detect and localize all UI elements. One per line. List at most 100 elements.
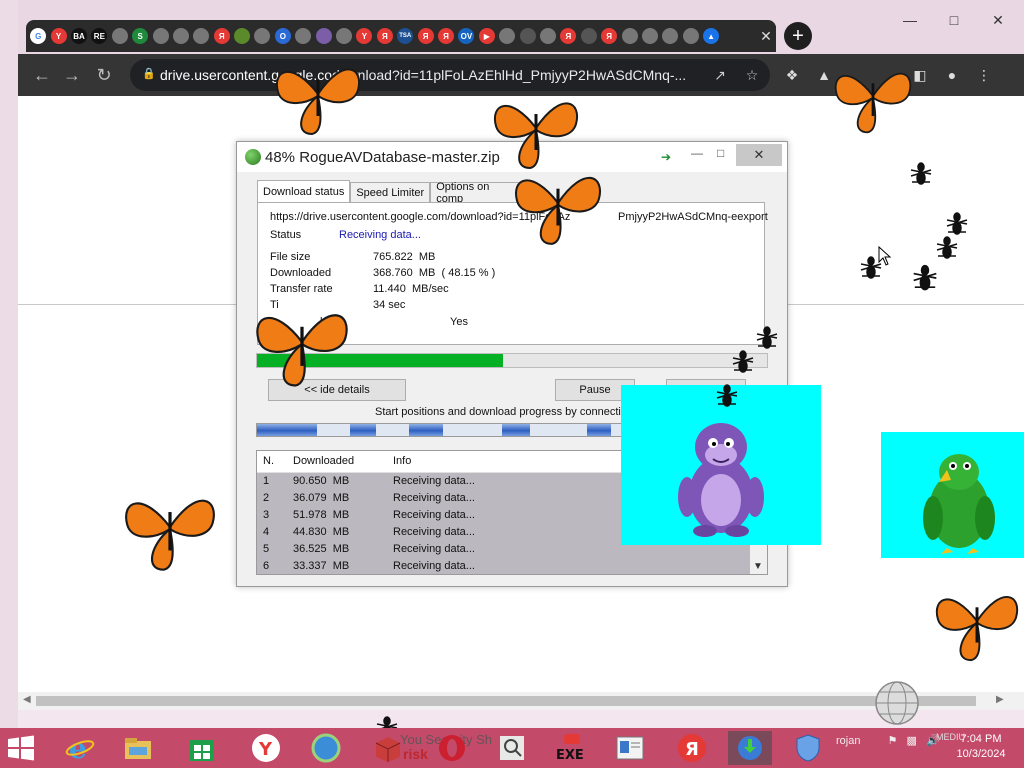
start-positions-label: Start positions and download progress by… bbox=[375, 406, 627, 418]
tab-download-status[interactable]: Download status bbox=[257, 180, 351, 202]
profile-avatar-icon[interactable]: ● bbox=[942, 65, 962, 85]
yandex-app-icon[interactable]: Я bbox=[670, 731, 714, 765]
pinned-tab[interactable] bbox=[640, 24, 660, 48]
share-icon[interactable]: ↗ bbox=[710, 65, 730, 85]
exe-youtube-icon[interactable]: EXE bbox=[548, 731, 592, 765]
tab-speed-limiter[interactable]: Speed Limiter bbox=[350, 182, 431, 202]
pinned-tab[interactable] bbox=[660, 24, 680, 48]
pinned-tab[interactable]: G bbox=[28, 24, 48, 48]
scrollbar-thumb[interactable] bbox=[36, 696, 976, 706]
pinned-tab[interactable]: Я bbox=[558, 24, 578, 48]
internet-explorer-icon[interactable]: e bbox=[58, 731, 102, 765]
pinned-tab[interactable] bbox=[150, 24, 170, 48]
pinned-tab[interactable]: Я bbox=[212, 24, 232, 48]
security-shield-icon[interactable] bbox=[786, 731, 830, 765]
pinned-tab[interactable] bbox=[517, 24, 537, 48]
forward-arrow-icon[interactable]: → bbox=[60, 63, 84, 87]
idm-taskbar-icon[interactable] bbox=[728, 731, 772, 765]
opera-icon[interactable] bbox=[430, 731, 474, 765]
url-path: download?id=11plFoLAzEhlHd_PmjyyP2HwASdC… bbox=[332, 67, 687, 83]
bookmark-star-icon[interactable]: ☆ bbox=[742, 65, 762, 85]
photo-icon bbox=[315, 28, 332, 44]
url-text[interactable]: drive.usercontent.google.codownload?id=1… bbox=[160, 67, 700, 83]
pinned-tab[interactable]: O bbox=[273, 24, 293, 48]
store-icon[interactable] bbox=[180, 731, 224, 765]
pinned-tab[interactable] bbox=[171, 24, 191, 48]
back-arrow-icon[interactable]: ← bbox=[30, 63, 54, 87]
pinned-tab[interactable]: ▶ bbox=[477, 24, 497, 48]
svg-text:e: e bbox=[69, 733, 87, 763]
pinned-tab[interactable] bbox=[334, 24, 354, 48]
scroll-down-icon[interactable]: ▼ bbox=[753, 561, 763, 572]
pinned-tab[interactable]: Y bbox=[48, 24, 68, 48]
pinned-tab[interactable] bbox=[313, 24, 333, 48]
pinned-tab[interactable]: RE bbox=[89, 24, 109, 48]
segment-5 bbox=[587, 424, 611, 436]
clock[interactable]: MEDIU 7:04 PM 10/3/2024 bbox=[936, 732, 1020, 762]
scroll-right-icon[interactable]: ▶ bbox=[996, 694, 1004, 705]
connection-info: Receiving data... bbox=[393, 560, 475, 572]
globe-icon bbox=[111, 28, 128, 44]
svg-text:Y: Y bbox=[258, 739, 273, 760]
dialog-minimize-button[interactable]: — bbox=[691, 146, 703, 160]
extensions-puzzle-icon[interactable]: ❖ bbox=[782, 65, 802, 85]
pinned-tab[interactable]: Я bbox=[375, 24, 395, 48]
pinned-tab[interactable] bbox=[497, 24, 517, 48]
column-header-info[interactable]: Info bbox=[393, 455, 411, 467]
address-bar[interactable]: 🔒 drive.usercontent.google.codownload?id… bbox=[130, 59, 770, 91]
pinned-tab[interactable]: TSA bbox=[395, 24, 415, 48]
pinned-tab[interactable]: Я bbox=[415, 24, 435, 48]
connection-downloaded: 44.830 MB bbox=[293, 526, 350, 538]
document-viewer-icon[interactable] bbox=[608, 731, 652, 765]
network-icon[interactable]: ▩ bbox=[906, 735, 916, 747]
butterfly-icon bbox=[275, 68, 361, 136]
pinned-tab[interactable] bbox=[619, 24, 639, 48]
pinned-tab[interactable] bbox=[681, 24, 701, 48]
connection-number: 5 bbox=[263, 543, 270, 555]
minimize-button[interactable]: — bbox=[888, 8, 932, 32]
maximize-button[interactable]: □ bbox=[932, 8, 976, 32]
new-tab-button[interactable]: + bbox=[784, 22, 812, 50]
table-row[interactable]: 6 33.337 MB Receiving data... bbox=[257, 558, 750, 574]
globe-app-icon[interactable] bbox=[304, 731, 348, 765]
search-tool-icon[interactable] bbox=[490, 731, 534, 765]
pinned-tab[interactable]: Я bbox=[599, 24, 619, 48]
green-parrot-window[interactable] bbox=[881, 432, 1024, 558]
tsa-icon: TSA bbox=[397, 28, 414, 44]
globe-icon bbox=[641, 28, 658, 44]
yandex-icon: Я bbox=[601, 28, 618, 44]
pinned-tab[interactable] bbox=[191, 24, 211, 48]
pinned-tab[interactable]: Я bbox=[436, 24, 456, 48]
drive-icon: ▲ bbox=[703, 28, 720, 44]
download-url-tail: PmjyyP2HwASdCMnq-eexport bbox=[618, 211, 768, 223]
pinned-tab[interactable]: ▲ bbox=[701, 24, 721, 48]
ant-icon bbox=[913, 264, 937, 291]
ant-icon bbox=[732, 350, 754, 373]
dialog-maximize-button[interactable]: □ bbox=[717, 146, 724, 160]
pinned-tab[interactable]: Y bbox=[354, 24, 374, 48]
file-explorer-icon[interactable] bbox=[116, 731, 160, 765]
pinned-tab[interactable] bbox=[579, 24, 599, 48]
reload-icon[interactable]: ↻ bbox=[92, 63, 116, 87]
pinned-tab[interactable]: S bbox=[130, 24, 150, 48]
globe-icon bbox=[875, 681, 919, 725]
pinned-tab[interactable] bbox=[252, 24, 272, 48]
pinned-tab[interactable] bbox=[232, 24, 252, 48]
close-window-button[interactable]: ✕ bbox=[976, 8, 1020, 32]
tab-close-button[interactable]: ✕ bbox=[756, 26, 776, 46]
notification-flag-icon[interactable]: ⚑ bbox=[888, 735, 898, 747]
pinned-tabs-row: G Y BA RE S Я O Y Я TSA Я Я OV ▶ Я Я ▲ bbox=[26, 20, 776, 52]
pinned-tab[interactable] bbox=[293, 24, 313, 48]
pinned-tab[interactable] bbox=[110, 24, 130, 48]
column-header-n[interactable]: N. bbox=[263, 455, 274, 467]
dialog-close-button[interactable]: ✕ bbox=[736, 144, 782, 166]
column-header-downloaded[interactable]: Downloaded bbox=[293, 455, 354, 467]
yandex-browser-icon[interactable]: Y bbox=[244, 731, 288, 765]
menu-kebab-icon[interactable]: ⋮ bbox=[974, 65, 994, 85]
start-windows-icon[interactable] bbox=[4, 734, 38, 762]
scroll-left-icon[interactable]: ◀ bbox=[23, 694, 31, 705]
pinned-tab[interactable]: OV bbox=[456, 24, 476, 48]
pinned-tab[interactable] bbox=[538, 24, 558, 48]
downloaded-value: 368.760 MB ( 48.15 % ) bbox=[373, 267, 496, 279]
pinned-tab[interactable]: BA bbox=[69, 24, 89, 48]
